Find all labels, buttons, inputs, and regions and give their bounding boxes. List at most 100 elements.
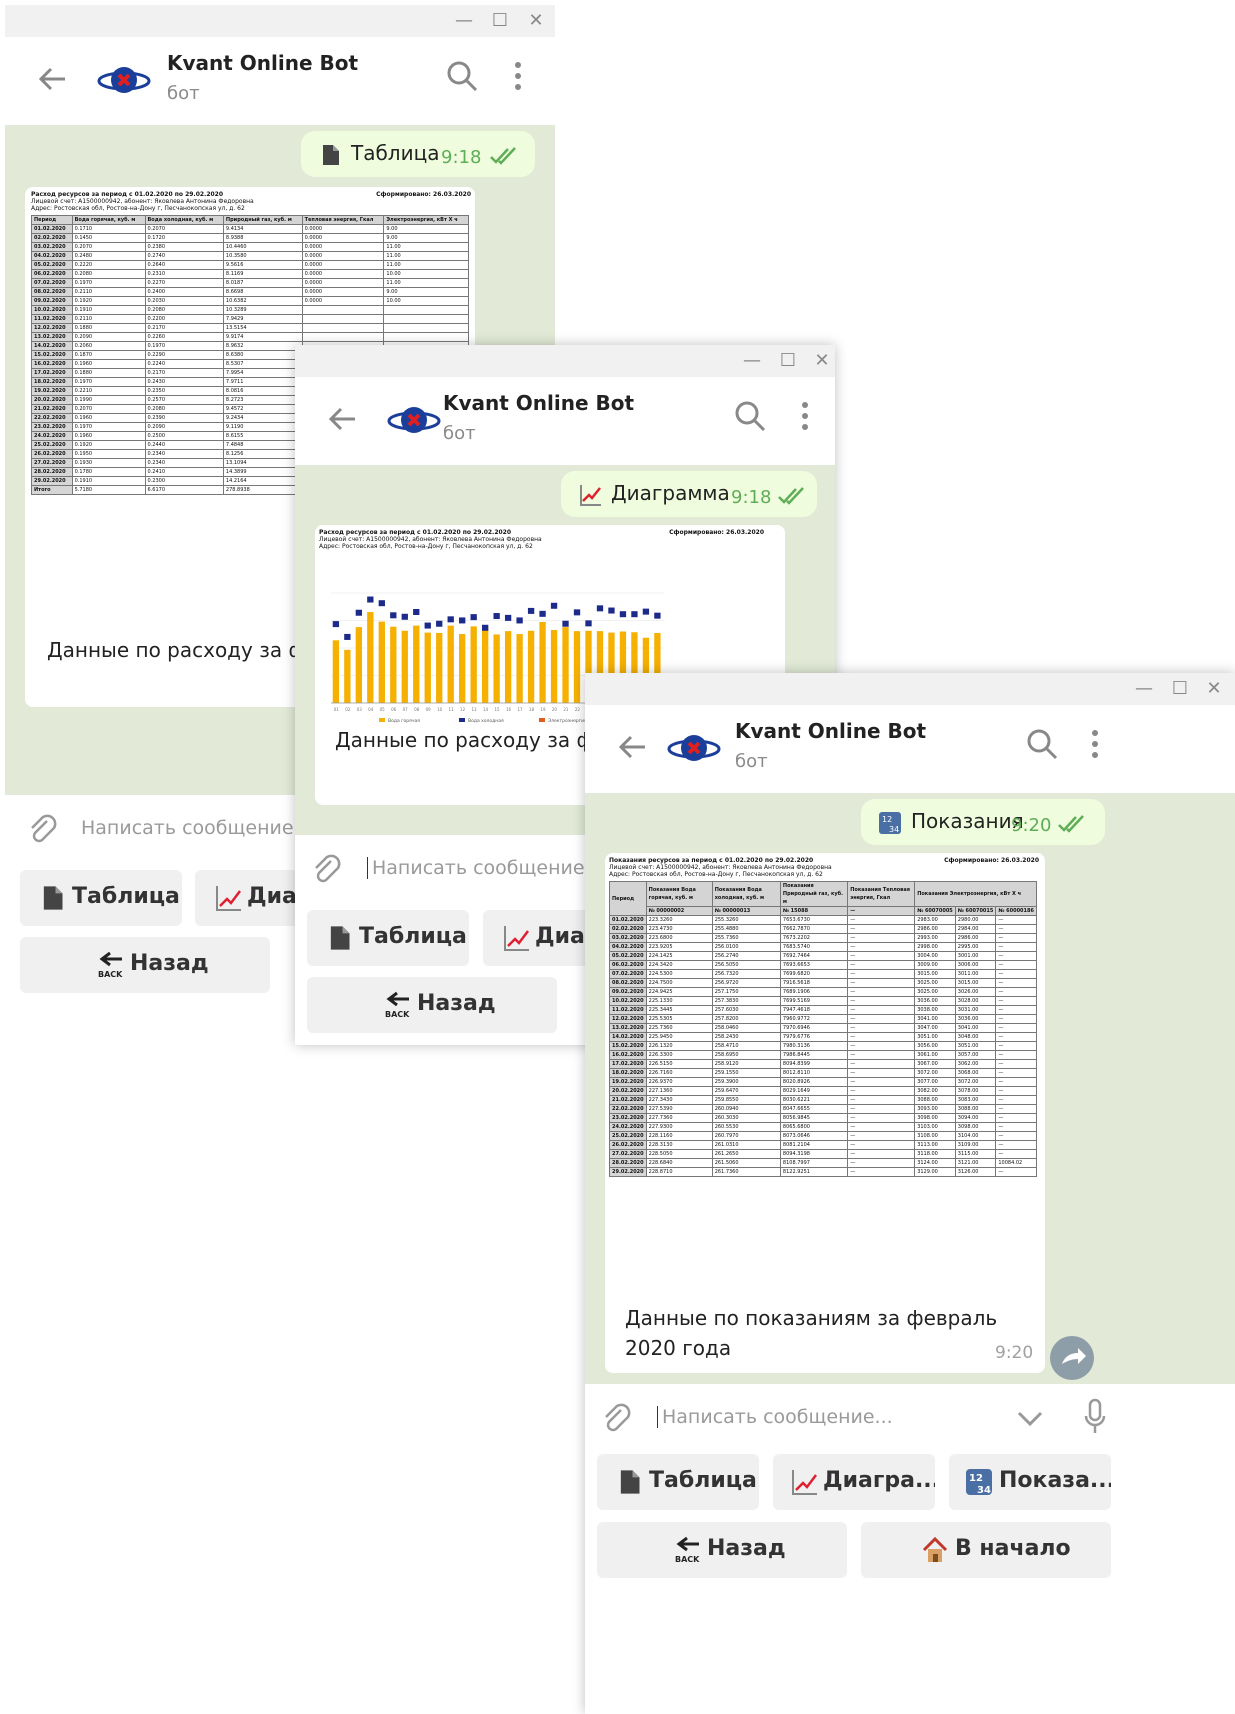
table-cell: 0.2210 bbox=[71, 386, 146, 396]
table-cell: 14.2164 bbox=[222, 476, 303, 486]
maximize-button[interactable]: ☐ bbox=[1169, 679, 1191, 699]
minimize-button[interactable]: — bbox=[741, 351, 763, 371]
bar-hot-water bbox=[447, 625, 454, 703]
table-cell: — bbox=[995, 1149, 1037, 1159]
maximize-button[interactable]: ☐ bbox=[489, 11, 511, 31]
table-cell: 3093.00 bbox=[914, 1104, 956, 1114]
chat-header: Kvant Online Bot бот bbox=[585, 705, 1235, 793]
table-cell: 259.1550 bbox=[711, 1068, 781, 1078]
table-cell: 0.1720 bbox=[144, 233, 224, 243]
more-menu-icon[interactable] bbox=[1085, 727, 1105, 761]
table-cell: 3028.00 bbox=[954, 996, 997, 1006]
svg-text:34: 34 bbox=[977, 1485, 991, 1496]
minimize-button[interactable]: — bbox=[453, 11, 475, 31]
table-cell: — bbox=[995, 1086, 1037, 1096]
chart-button[interactable]: Диагра... bbox=[773, 1454, 935, 1510]
marker-cold-water bbox=[367, 596, 374, 603]
readings-document-card[interactable]: Показания ресурсов за период с 01.02.202… bbox=[605, 853, 1045, 1373]
table-cell: 255.4880 bbox=[711, 924, 781, 934]
search-icon[interactable] bbox=[1025, 727, 1059, 761]
table-cell: 9.00 bbox=[383, 233, 469, 243]
message-bubble[interactable]: 12 34 Показания 9:20 bbox=[861, 799, 1105, 845]
table-cell: 224.9425 bbox=[645, 987, 713, 997]
bar-hot-water bbox=[516, 634, 523, 703]
table-cell bbox=[383, 332, 469, 342]
bar-hot-water bbox=[550, 630, 558, 703]
table-cell: 9.4134 bbox=[222, 224, 303, 234]
more-menu-icon[interactable] bbox=[508, 59, 528, 93]
search-icon[interactable] bbox=[733, 399, 767, 433]
attach-icon[interactable] bbox=[311, 853, 341, 887]
table-cell: 0.2240 bbox=[144, 359, 224, 369]
back-button[interactable]: BACK Назад bbox=[597, 1522, 847, 1578]
maximize-button[interactable]: ☐ bbox=[777, 351, 799, 371]
back-button[interactable]: BACK Назад bbox=[307, 977, 557, 1033]
readings-button[interactable]: 12 34 Показа... bbox=[949, 1454, 1111, 1510]
table-cell: 261.2650 bbox=[711, 1149, 781, 1159]
table-cell: 04.02.2020 bbox=[609, 942, 647, 952]
table-cell: — bbox=[847, 978, 916, 988]
marker-cold-water bbox=[436, 620, 443, 627]
table-cell: 0.2170 bbox=[144, 368, 224, 378]
table-cell: 225.5305 bbox=[645, 1014, 713, 1024]
table-cell: 3041.00 bbox=[954, 1023, 997, 1033]
table-cell: 2986.00 bbox=[954, 933, 997, 943]
table-cell: — bbox=[995, 1122, 1037, 1132]
table-cell: — bbox=[847, 1023, 916, 1033]
table-cell: — bbox=[847, 969, 916, 979]
table-cell: 10.6382 bbox=[222, 296, 303, 306]
close-button[interactable]: ✕ bbox=[525, 11, 547, 31]
table-button[interactable]: Таблица bbox=[307, 910, 469, 966]
table-cell: 3031.00 bbox=[954, 1005, 997, 1015]
table-cell: 14.02.2020 bbox=[609, 1032, 647, 1042]
back-arrow-icon[interactable] bbox=[35, 61, 71, 97]
forward-button[interactable] bbox=[1050, 1336, 1094, 1380]
back-arrow-icon[interactable] bbox=[615, 729, 651, 765]
marker-cold-water bbox=[459, 617, 466, 624]
message-bubble[interactable]: Таблица 9:18 bbox=[301, 131, 535, 177]
attach-icon[interactable] bbox=[601, 1402, 631, 1436]
back-button[interactable]: BACK Назад bbox=[20, 937, 270, 993]
table-cell: — bbox=[995, 1095, 1037, 1105]
table-cell: 3098.00 bbox=[954, 1122, 997, 1132]
table-cell: 7653.6730 bbox=[779, 915, 849, 925]
close-button[interactable]: ✕ bbox=[811, 351, 833, 371]
table-cell: — bbox=[847, 1041, 916, 1051]
readings-table: Период Показания Вода горячая, куб. м Пока… bbox=[609, 881, 1037, 1177]
table-cell: 03.02.2020 bbox=[31, 242, 73, 252]
table-cell: 3048.00 bbox=[954, 1032, 997, 1042]
window-readings: — ☐ ✕ Kvant Online Bot бот 12 34 Показани… bbox=[585, 673, 1235, 1714]
table-cell: 19.02.2020 bbox=[609, 1077, 647, 1087]
table-cell: 3115.00 bbox=[954, 1149, 997, 1159]
message-input[interactable]: Написать сообщение... bbox=[81, 817, 312, 839]
chevron-down-icon[interactable] bbox=[1015, 1408, 1045, 1428]
microphone-icon[interactable] bbox=[1083, 1398, 1107, 1436]
message-input[interactable]: Написать сообщение... bbox=[657, 1406, 893, 1428]
table-cell: 0.1710 bbox=[71, 224, 146, 234]
search-icon[interactable] bbox=[445, 59, 479, 93]
bot-status: бот bbox=[443, 423, 476, 444]
attach-icon[interactable] bbox=[27, 813, 57, 847]
table-cell: — bbox=[995, 1005, 1037, 1015]
table-cell: 8.1256 bbox=[222, 449, 303, 459]
table-cell: 7699.5169 bbox=[779, 996, 849, 1006]
back-arrow-icon[interactable] bbox=[325, 401, 361, 437]
message-bubble[interactable]: Диаграмма 9:18 bbox=[561, 471, 817, 517]
table-cell bbox=[383, 305, 469, 315]
close-button[interactable]: ✕ bbox=[1203, 679, 1225, 699]
marker-cold-water bbox=[493, 613, 500, 620]
table-button[interactable]: Таблица bbox=[597, 1454, 759, 1510]
table-cell: 3067.00 bbox=[914, 1059, 956, 1069]
message-input[interactable]: Написать сообщение... bbox=[367, 857, 603, 879]
minimize-button[interactable]: — bbox=[1133, 679, 1155, 699]
table-cell: 29.02.2020 bbox=[31, 476, 73, 486]
table-cell: 0.2170 bbox=[144, 323, 224, 333]
table-cell: 14.3899 bbox=[222, 467, 303, 477]
table-button[interactable]: Таблица bbox=[20, 870, 182, 926]
table-cell: 2993.00 bbox=[914, 933, 956, 943]
more-menu-icon[interactable] bbox=[795, 399, 815, 433]
home-button[interactable]: В начало bbox=[861, 1522, 1111, 1578]
table-cell: 0.2070 bbox=[71, 404, 146, 414]
table-cell: 01.02.2020 bbox=[31, 224, 73, 234]
table-cell: 07.02.2020 bbox=[31, 278, 73, 288]
